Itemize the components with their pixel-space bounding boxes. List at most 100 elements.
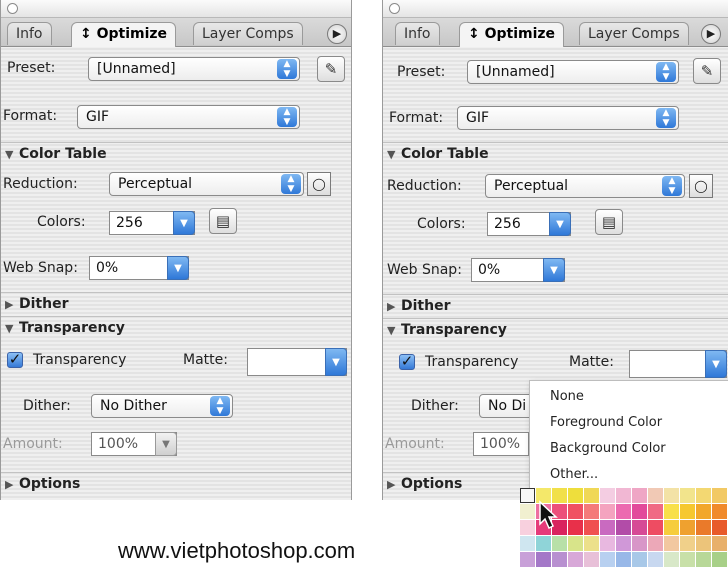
- transparency-checkbox[interactable]: ✓: [399, 354, 415, 370]
- web-snap-combo[interactable]: 0% ▼: [89, 256, 189, 280]
- color-swatch[interactable]: [680, 552, 696, 568]
- color-swatch[interactable]: [584, 520, 600, 536]
- color-swatch[interactable]: [600, 488, 616, 504]
- panel-menu-button[interactable]: ▶: [327, 24, 347, 44]
- color-swatch[interactable]: [648, 536, 664, 552]
- menu-item-background-color[interactable]: Background Color: [550, 441, 666, 456]
- panel-close-box[interactable]: [7, 3, 18, 14]
- colors-combo[interactable]: 256 ▼: [109, 211, 195, 235]
- color-swatch[interactable]: [648, 504, 664, 520]
- color-swatch[interactable]: [648, 552, 664, 568]
- color-swatch[interactable]: [632, 552, 648, 568]
- color-swatch[interactable]: [552, 552, 568, 568]
- dither-section-header[interactable]: ▶ Dither: [383, 294, 728, 317]
- options-section-header[interactable]: ▶ Options: [1, 472, 351, 495]
- transparency-section-header[interactable]: ▼ Transparency: [1, 316, 351, 339]
- color-swatch[interactable]: [648, 488, 664, 504]
- tab-layer-comps[interactable]: Layer Comps: [193, 22, 303, 45]
- dither-section-header[interactable]: ▶ Dither: [1, 292, 351, 315]
- color-swatch[interactable]: [520, 488, 535, 503]
- color-swatch[interactable]: [680, 536, 696, 552]
- preset-popup[interactable]: [Unnamed] ▲ ▼: [467, 60, 679, 84]
- color-swatch[interactable]: [616, 504, 632, 520]
- color-swatch[interactable]: [664, 520, 680, 536]
- reduction-popup[interactable]: Perceptual ▲ ▼: [485, 174, 685, 198]
- web-snap-combo[interactable]: 0% ▼: [471, 258, 565, 282]
- color-swatch[interactable]: [680, 488, 696, 504]
- color-swatch[interactable]: [696, 488, 712, 504]
- color-table-section-header[interactable]: ▼ Color Table: [383, 142, 728, 165]
- format-popup[interactable]: GIF ▲ ▼: [77, 105, 300, 129]
- preset-popup[interactable]: [Unnamed] ▲ ▼: [88, 57, 300, 81]
- color-swatch[interactable]: [568, 520, 584, 536]
- color-swatch[interactable]: [584, 552, 600, 568]
- color-swatch[interactable]: [520, 520, 536, 536]
- transparency-dither-popup[interactable]: No Dither ▲ ▼: [91, 394, 233, 418]
- matte-combo[interactable]: ▼: [247, 348, 347, 376]
- color-swatch[interactable]: [616, 488, 632, 504]
- color-swatch[interactable]: [568, 504, 584, 520]
- panel-close-box[interactable]: [389, 3, 400, 14]
- color-swatch[interactable]: [600, 552, 616, 568]
- color-table-section-header[interactable]: ▼ Color Table: [1, 142, 351, 165]
- color-swatch[interactable]: [680, 520, 696, 536]
- color-swatch[interactable]: [664, 504, 680, 520]
- color-swatch[interactable]: [536, 552, 552, 568]
- color-swatch[interactable]: [632, 536, 648, 552]
- color-swatch[interactable]: [648, 520, 664, 536]
- color-reduction-option-button[interactable]: ◯: [307, 172, 331, 196]
- color-swatch[interactable]: [568, 488, 584, 504]
- color-swatch[interactable]: [632, 520, 648, 536]
- color-swatch[interactable]: [600, 520, 616, 536]
- color-swatch[interactable]: [664, 488, 680, 504]
- color-swatch[interactable]: [552, 536, 568, 552]
- color-swatch[interactable]: [664, 536, 680, 552]
- color-swatch[interactable]: [696, 552, 712, 568]
- color-swatch[interactable]: [616, 552, 632, 568]
- color-swatch[interactable]: [696, 504, 712, 520]
- color-swatch[interactable]: [696, 536, 712, 552]
- color-swatch[interactable]: [680, 504, 696, 520]
- color-swatch[interactable]: [584, 504, 600, 520]
- color-swatch[interactable]: [584, 488, 600, 504]
- panel-menu-button[interactable]: ▶: [701, 24, 721, 44]
- format-popup[interactable]: GIF ▲ ▼: [457, 106, 679, 130]
- color-swatch[interactable]: [712, 520, 728, 536]
- color-swatch[interactable]: [696, 520, 712, 536]
- color-swatch[interactable]: [520, 536, 536, 552]
- transparency-checkbox[interactable]: ✓: [7, 352, 23, 368]
- optimize-menu-icon[interactable]: ✎: [317, 56, 345, 82]
- color-swatch[interactable]: [568, 536, 584, 552]
- color-swatch[interactable]: [520, 504, 536, 520]
- color-swatch[interactable]: [664, 552, 680, 568]
- color-swatch[interactable]: [632, 504, 648, 520]
- transparency-section-header[interactable]: ▼ Transparency: [383, 318, 728, 341]
- matte-combo[interactable]: ▼: [629, 350, 727, 378]
- color-swatch[interactable]: [584, 536, 600, 552]
- tab-layer-comps[interactable]: Layer Comps: [579, 22, 689, 45]
- tab-optimize[interactable]: ↕ Optimize: [71, 22, 177, 47]
- reduction-popup[interactable]: Perceptual ▲ ▼: [109, 172, 304, 196]
- optimize-menu-icon[interactable]: ✎: [693, 58, 721, 84]
- color-swatch[interactable]: [712, 552, 728, 568]
- tab-info[interactable]: Info: [7, 22, 52, 45]
- color-swatch[interactable]: [616, 520, 632, 536]
- amount-combo[interactable]: 100%: [473, 432, 529, 456]
- color-table-icon[interactable]: ▤: [209, 208, 237, 234]
- color-swatch[interactable]: [600, 504, 616, 520]
- color-swatch[interactable]: [632, 488, 648, 504]
- color-swatch[interactable]: [536, 536, 552, 552]
- color-swatch[interactable]: [600, 536, 616, 552]
- color-table-icon[interactable]: ▤: [595, 209, 623, 235]
- colors-combo[interactable]: 256 ▼: [487, 212, 571, 236]
- tab-info[interactable]: Info: [395, 22, 440, 45]
- amount-combo[interactable]: 100% ▼: [91, 432, 177, 456]
- tab-optimize[interactable]: ↕ Optimize: [459, 22, 565, 47]
- color-reduction-option-button[interactable]: ◯: [689, 174, 713, 198]
- menu-item-none[interactable]: None: [550, 389, 584, 404]
- color-swatch[interactable]: [616, 536, 632, 552]
- color-swatch[interactable]: [712, 488, 728, 504]
- color-swatch[interactable]: [712, 504, 728, 520]
- menu-item-foreground-color[interactable]: Foreground Color: [550, 415, 662, 430]
- color-swatch[interactable]: [712, 536, 728, 552]
